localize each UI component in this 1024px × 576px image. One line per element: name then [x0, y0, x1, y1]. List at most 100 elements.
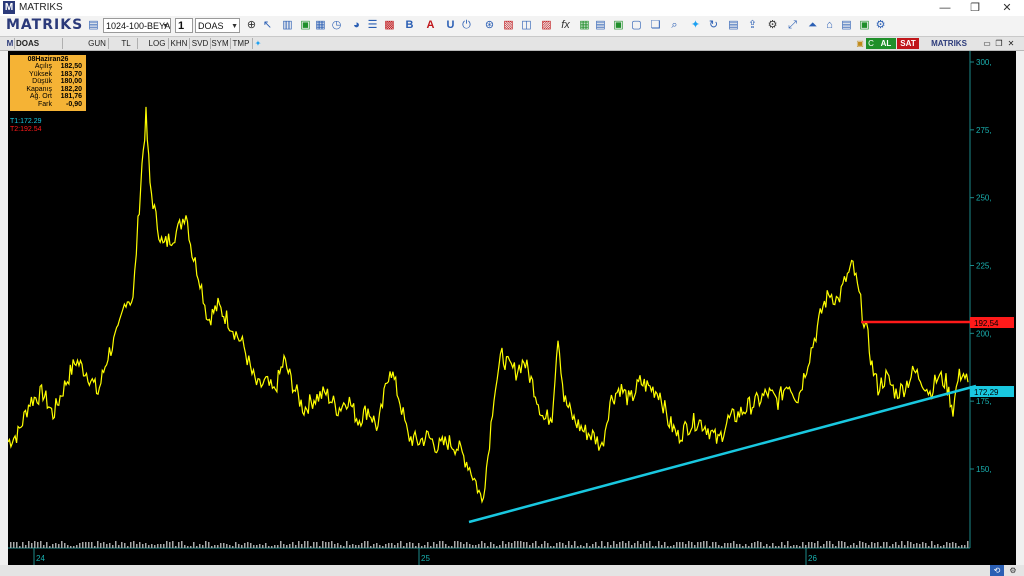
volume-bar — [589, 546, 591, 548]
volume-bar — [34, 541, 36, 548]
compass-icon[interactable]: ⊛ — [483, 19, 496, 32]
indicator-icon[interactable]: ▣ — [299, 19, 312, 32]
chart-minimize-icon[interactable]: ▭ — [982, 38, 992, 49]
print-icon[interactable]: ▤ — [727, 19, 740, 32]
twitter-icon[interactable]: ✦ — [689, 19, 702, 32]
y-tick-label: 150, — [976, 465, 992, 474]
volume-bar — [652, 546, 654, 548]
volume-bar — [274, 545, 276, 548]
price-series-line — [8, 106, 969, 504]
volume-bar — [211, 546, 213, 548]
formula-icon[interactable]: fx — [559, 19, 572, 32]
period-combo[interactable]: 1 — [175, 18, 193, 33]
list-icon[interactable]: ☰ — [366, 19, 379, 32]
portfolio-icon[interactable]: ▣ — [858, 19, 871, 32]
volume-bar — [601, 541, 603, 548]
chart-line-icon[interactable]: ◫ — [520, 19, 533, 32]
tool-icon[interactable]: ▣ — [612, 19, 625, 32]
volume-bar — [523, 542, 525, 548]
volume-bar — [925, 543, 927, 548]
bold-icon[interactable]: B — [403, 19, 416, 32]
twitter-share-icon[interactable]: ✦ — [253, 38, 263, 49]
volume-bar — [868, 545, 870, 548]
info-value: 182,50 — [60, 63, 82, 70]
chart-canvas[interactable]: 300, 275, 250, 225, 200, 175, 150, 24 25 26 192,… — [8, 51, 1016, 565]
template-combo[interactable]: 1024-100-BEYA ▼ — [103, 18, 171, 33]
tab-tl[interactable]: TL — [115, 38, 138, 49]
scroll-toggle-icon[interactable]: ⟲ — [990, 565, 1004, 576]
zoom-icon[interactable]: ⊕ — [245, 19, 258, 32]
volume-bar — [178, 542, 180, 548]
cursor-icon[interactable]: ↖ — [261, 19, 274, 32]
maximize-button[interactable]: ❐ — [960, 0, 990, 16]
c-button[interactable]: C — [866, 38, 876, 49]
volume-bar — [154, 545, 156, 548]
volume-bar — [616, 544, 618, 548]
tab-log[interactable]: LOG — [146, 38, 169, 49]
scroll-settings-icon[interactable]: ⚙ — [1006, 565, 1020, 576]
volume-bar — [691, 542, 693, 548]
volume-bar — [400, 541, 402, 548]
tab-tmp[interactable]: TMP — [230, 38, 253, 49]
volume-bar — [505, 544, 507, 548]
magnet-icon[interactable]: U — [444, 19, 457, 32]
tab-sym[interactable]: SYM — [210, 38, 231, 49]
bell-icon[interactable]: ⏶ — [806, 19, 819, 32]
alert-icon[interactable]: ▨ — [540, 19, 553, 32]
volume-bar — [427, 542, 429, 548]
home-icon[interactable]: ⌂ — [823, 19, 836, 32]
volume-bar — [790, 546, 792, 548]
text-color-icon[interactable]: A — [424, 19, 437, 32]
volume-bar — [253, 545, 255, 548]
symbol-combo[interactable]: DOAS ▼ — [195, 18, 240, 33]
settings-icon[interactable]: ⚙ — [766, 19, 779, 32]
volume-bar — [313, 542, 315, 548]
buy-button[interactable]: AL — [876, 38, 896, 49]
window-icon[interactable]: ▢ — [630, 19, 643, 32]
volume-bar — [880, 546, 882, 548]
tab-svd[interactable]: SVD — [190, 38, 211, 49]
tab-khn[interactable]: KHN — [169, 38, 190, 49]
info-value: 183,70 — [60, 70, 82, 78]
chart-symbol-tab[interactable]: DOAS — [16, 38, 63, 49]
pie-icon[interactable]: ◕ — [350, 19, 363, 32]
volume-bar — [736, 544, 738, 548]
volume-bar — [421, 546, 423, 548]
search-icon[interactable]: ⌕ — [668, 19, 681, 32]
refresh-icon[interactable]: ↻ — [707, 19, 720, 32]
volume-bar — [958, 546, 960, 548]
minimize-button[interactable]: — — [930, 0, 960, 16]
sell-button[interactable]: SAT — [897, 38, 919, 49]
clock-icon[interactable]: ◷ — [330, 19, 343, 32]
chart-type-icon[interactable]: ▥ — [281, 19, 294, 32]
image-icon[interactable]: ▩ — [383, 19, 396, 32]
volume-bar — [916, 543, 918, 548]
grid-table-icon[interactable]: ▦ — [578, 19, 591, 32]
volume-bar — [481, 541, 483, 548]
calculator-icon[interactable]: ▤ — [840, 19, 853, 32]
volume-bar — [241, 545, 243, 548]
save-icon[interactable]: ▤ — [87, 19, 100, 32]
volume-bar — [184, 545, 186, 548]
grid-icon[interactable]: ▦ — [314, 19, 327, 32]
volume-bar — [760, 542, 762, 548]
resize-icon[interactable]: ⤢ — [786, 19, 799, 32]
power-icon[interactable]: ⏻ — [460, 19, 473, 32]
signal-icon[interactable]: ▧ — [502, 19, 515, 32]
chart-restore-icon[interactable]: ❐ — [994, 38, 1004, 49]
volume-bar — [280, 541, 282, 548]
export-icon[interactable]: ⇪ — [746, 19, 759, 32]
lock-icon[interactable]: ▣ — [855, 38, 865, 49]
price-chart[interactable]: 300, 275, 250, 225, 200, 175, 150, 24 25 26 192,… — [8, 51, 1016, 565]
tab-gun[interactable]: GUN — [86, 38, 109, 49]
volume-bar — [277, 545, 279, 548]
close-button[interactable]: ✕ — [992, 0, 1022, 16]
volume-bar — [343, 546, 345, 548]
chart-close-icon[interactable]: ✕ — [1006, 38, 1016, 49]
copy-icon[interactable]: ❏ — [649, 19, 662, 32]
filter-icon[interactable]: ▤ — [594, 19, 607, 32]
volume-bar — [487, 546, 489, 548]
bottom-scrollbar[interactable]: ⟲ ⚙ — [0, 565, 1024, 576]
volume-bar — [931, 541, 933, 548]
options-icon[interactable]: ⚙ — [874, 19, 887, 32]
